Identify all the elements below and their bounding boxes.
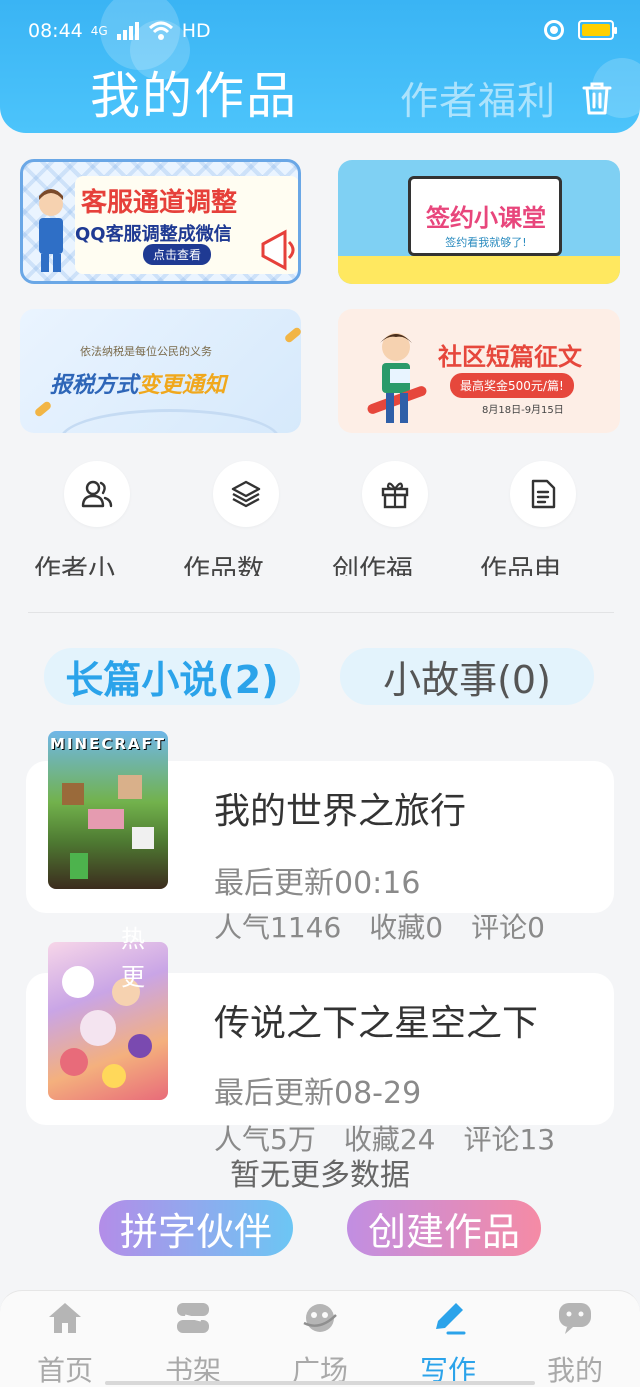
planet-icon (303, 1304, 337, 1332)
work-favorites: 收藏0 (369, 911, 444, 944)
creation-welfare-button[interactable] (362, 461, 428, 527)
banner-caption: 依法纳税是每位公民的义务 (80, 345, 212, 358)
network-type: 4G (90, 24, 108, 38)
view-button[interactable]: 点击查看 (143, 244, 212, 265)
work-comments: 评论0 (471, 911, 545, 944)
nav-square[interactable]: 广场 (270, 1297, 370, 1387)
banner-short-story-contest[interactable]: 社区短篇征文 最高奖金500元/篇! 8月18日-9月15日 (338, 309, 620, 433)
quick-label: 作者小 (34, 555, 115, 576)
document-icon (531, 479, 556, 509)
wifi-icon (148, 21, 173, 40)
header: 08:44 4G HD 我的作品 作者福利 (0, 0, 640, 133)
banner-title: 社区短篇征文 (438, 343, 582, 371)
gift-icon (381, 482, 409, 509)
status-bar: 08:44 4G HD (28, 20, 211, 42)
page-title: 我的作品 (90, 67, 298, 125)
chat-face-icon (559, 1303, 591, 1334)
nav-mine[interactable]: 我的 (525, 1297, 625, 1387)
status-time: 08:44 (28, 20, 83, 42)
author-guide-button[interactable] (64, 461, 130, 527)
bookshelf-icon (177, 1303, 209, 1333)
nav-label: 首页 (36, 1354, 93, 1387)
tab-short-stories[interactable]: 小故事(0) (340, 648, 594, 705)
work-updated: 最后更新08-29 (214, 1076, 422, 1111)
banner-subtitle: QQ客服调整成微信 (75, 224, 232, 245)
signal-icon (116, 22, 139, 40)
reader-illustration (367, 333, 427, 423)
home-icon (49, 1303, 81, 1333)
work-application-button[interactable] (510, 461, 576, 527)
nav-bookshelf[interactable]: 书架 (143, 1297, 243, 1387)
cover-art (62, 775, 154, 879)
banner-title: 客服通道调整 (81, 188, 238, 218)
work-data-button[interactable] (213, 461, 279, 527)
banner-title: 签约小课堂 (426, 204, 546, 232)
trash-icon[interactable] (580, 80, 614, 116)
megaphone-icon (261, 229, 295, 271)
quick-label: 创作福 (332, 555, 413, 576)
author-welfare-tab[interactable]: 作者福利 (400, 70, 556, 125)
work-updated: 最后更新00:16 (214, 866, 421, 901)
users-icon (81, 480, 113, 508)
work-comments: 评论13 (463, 1123, 556, 1156)
work-title[interactable]: 我的世界之旅行 (214, 782, 466, 834)
pen-icon (436, 1303, 466, 1335)
work-cover[interactable] (48, 942, 168, 1100)
work-stats: 人气1146 收藏0 评论0 (214, 906, 573, 946)
status-circle-icon (544, 20, 564, 40)
writing-partner-button[interactable]: 拼字伙伴 (99, 1200, 293, 1256)
bottom-nav: 首页 书架 广场 写作 我的 (0, 1290, 640, 1387)
quick-label: 作品数 (183, 555, 264, 576)
create-work-button[interactable]: 创建作品 (347, 1200, 541, 1256)
banner-dates: 8月18日-9月15日 (482, 405, 564, 416)
battery-icon (578, 20, 617, 40)
nav-label: 我的 (546, 1354, 603, 1387)
quick-label: 作品申 (480, 555, 561, 576)
banner-customer-service[interactable]: 客服通道调整 QQ客服调整成微信 点击查看 (20, 159, 301, 284)
hd-indicator: HD (181, 20, 211, 42)
banner-tax-notice[interactable]: 依法纳税是每位公民的义务 报税方式变更通知 (20, 309, 301, 433)
layers-icon (231, 480, 261, 508)
nav-home[interactable]: 首页 (15, 1297, 115, 1387)
banner-prize: 最高奖金500元/篇! (450, 373, 574, 398)
banner-subtitle: 签约看我就够了! (445, 236, 527, 249)
work-title[interactable]: 传说之下之星空之下 (214, 994, 538, 1046)
hot-update-badge: 热 更 (121, 925, 145, 991)
banner-signing-class[interactable]: 签约小课堂 签约看我就够了! (338, 160, 620, 284)
tab-novels[interactable]: 长篇小说(2) (44, 648, 300, 705)
work-cover[interactable]: MINECRAFT (48, 731, 168, 889)
student-illustration (39, 189, 63, 272)
home-indicator[interactable] (105, 1381, 535, 1385)
work-popularity: 人气1146 (214, 911, 342, 944)
cover-art (60, 966, 152, 1088)
banner-title: 报税方式变更通知 (50, 373, 227, 398)
nav-write[interactable]: 写作 (398, 1297, 498, 1387)
divider (28, 612, 614, 613)
no-more-data: 暂无更多数据 (230, 1158, 410, 1193)
